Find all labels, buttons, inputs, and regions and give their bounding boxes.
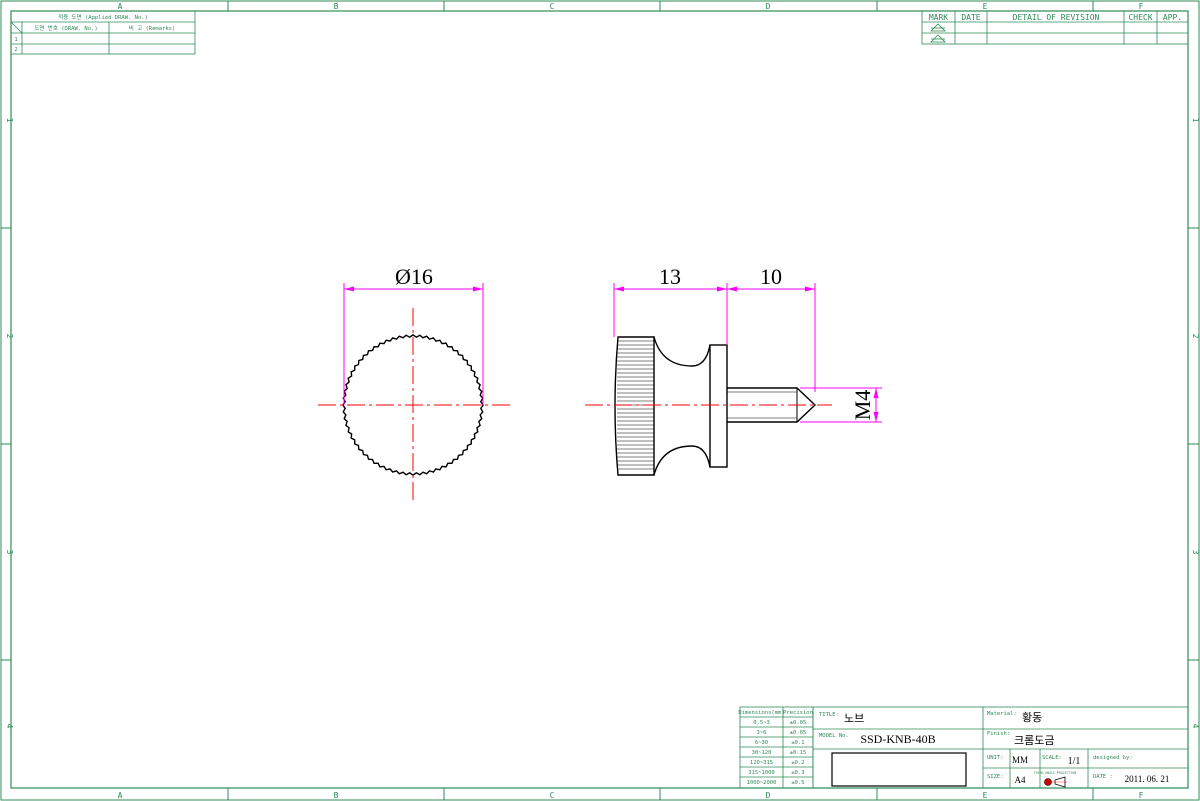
knob-head: [614, 336, 655, 476]
applied-table-header: 적용 도면 (Applied DRAW. No.): [58, 13, 148, 21]
knob-shoulder: [709, 344, 728, 468]
tolerance-value: ±0.05: [790, 720, 807, 726]
applied-table-col-draw-no: 도면 번호 (DRAW. No.): [34, 24, 97, 32]
finish-label: Finish:: [987, 731, 1010, 737]
zone-col-label: A: [118, 2, 123, 11]
revision-col-detail: DETAIL OF REVISION: [1013, 13, 1100, 22]
zone-col-label: B: [334, 2, 339, 11]
applied-drawing-table: 적용 도면 (Applied DRAW. No.) 도면 번호 (DRAW. N…: [10, 10, 196, 55]
model-number-value: SSD-KNB-40B: [860, 732, 935, 746]
logo-placeholder-box: [831, 752, 967, 787]
side-view: 13 10 M4: [585, 264, 882, 476]
revision-mark-triangle-icon: [930, 23, 946, 32]
zone-col-label: A: [118, 791, 123, 800]
drawing-sheet: A B C D E F A B C D E F 1 2 3 4 1 2 3 4 …: [0, 0, 1200, 801]
applied-table-col-remarks: 비 고 (Remarks): [129, 24, 176, 32]
revision-mark-triangle-icon: [930, 34, 946, 43]
zone-col-label: E: [983, 791, 988, 800]
tolerance-range: 6~30: [755, 740, 768, 746]
zone-col-label: D: [766, 791, 771, 800]
zone-row-label: 1: [1191, 118, 1200, 123]
title-label: TITLE:: [819, 712, 839, 718]
knob-neck-bottom: [653, 445, 711, 476]
tolerance-value: ±0.1: [791, 740, 804, 746]
tolerance-range: 0.5~3: [753, 720, 770, 726]
zone-row-label: 4: [5, 724, 14, 729]
revision-col-app: APP.: [1163, 13, 1182, 22]
thread-size-label: M4: [850, 390, 875, 421]
tolerance-value: ±0.2: [791, 760, 804, 766]
revision-col-check: CHECK: [1128, 13, 1152, 22]
tolerance-range: 30~120: [752, 750, 772, 756]
applied-table-row-number: 2: [14, 47, 17, 53]
size-value: A4: [1015, 775, 1026, 785]
projection-label: THIRD ANGLE PROJECTION: [1034, 771, 1076, 775]
zone-col-label: C: [550, 2, 555, 11]
date-value: 2011. 06. 21: [1125, 774, 1170, 784]
tolerance-value: ±0.5: [791, 780, 804, 786]
tolerance-range: 315~1000: [748, 770, 775, 776]
thread-length-label: 10: [760, 264, 782, 289]
zone-row-label: 3: [5, 550, 14, 555]
tolerance-table: Dimensions(mm) Precision 0.5~3 ±0.05 3~6…: [738, 706, 814, 789]
diameter-label: Ø16: [395, 264, 433, 289]
zone-col-label: B: [334, 791, 339, 800]
date-label: DATE :: [1093, 774, 1113, 780]
tolerance-range: 120~315: [750, 760, 773, 766]
material-value: 황동: [1022, 711, 1042, 724]
front-view: Ø16: [318, 264, 512, 502]
title-value: 노브: [844, 712, 864, 725]
zone-col-label: F: [1139, 791, 1144, 800]
revision-col-mark: MARK: [929, 13, 948, 22]
drawing-frame: [0, 0, 1200, 801]
zone-labels: A B C D E F A B C D E F 1 2 3 4 1 2 3 4: [5, 2, 1200, 800]
designed-by-label: designed by:: [1093, 755, 1133, 761]
scale-label: SCALE:: [1042, 755, 1062, 761]
title-block: TITLE: MODEL No. Material: Finish: UNIT:…: [812, 706, 1189, 789]
zone-col-label: F: [1139, 2, 1144, 11]
zone-row-label: 2: [5, 334, 14, 339]
head-length-dimension: [613, 283, 728, 345]
revision-table: MARK DATE DETAIL OF REVISION CHECK APP.: [921, 10, 1189, 45]
unit-label: UNIT:: [987, 755, 1004, 761]
thread-length-dimension: [727, 283, 816, 392]
tolerance-header-dimensions: Dimensions(mm): [738, 710, 784, 716]
tolerance-value: ±0.15: [790, 750, 807, 756]
tolerance-value: ±0.3: [791, 770, 804, 776]
zone-row-label: 3: [1191, 550, 1200, 555]
scale-value: 1/1: [1068, 756, 1081, 767]
tolerance-header-precision: Precision: [783, 710, 813, 716]
knob-neck-top: [653, 336, 711, 367]
zone-row-label: 2: [1191, 334, 1200, 339]
zone-row-label: 4: [1191, 724, 1200, 729]
material-label: Material:: [987, 711, 1017, 717]
tolerance-range: 1000~2000: [747, 780, 777, 786]
zone-col-label: D: [766, 2, 771, 11]
zone-col-label: C: [550, 791, 555, 800]
tolerance-value: ±0.05: [790, 730, 807, 736]
finish-value: 크롬도금: [1014, 734, 1054, 747]
revision-col-date: DATE: [961, 13, 980, 22]
tolerance-range: 3~6: [757, 730, 767, 736]
applied-table-row-number: 1: [14, 37, 17, 43]
size-label: SIZE:: [987, 774, 1004, 780]
head-length-label: 13: [659, 264, 681, 289]
zone-row-label: 1: [5, 118, 14, 123]
zone-col-label: E: [983, 2, 988, 11]
model-label: MODEL No.: [819, 733, 849, 739]
unit-value: MM: [1012, 755, 1028, 765]
